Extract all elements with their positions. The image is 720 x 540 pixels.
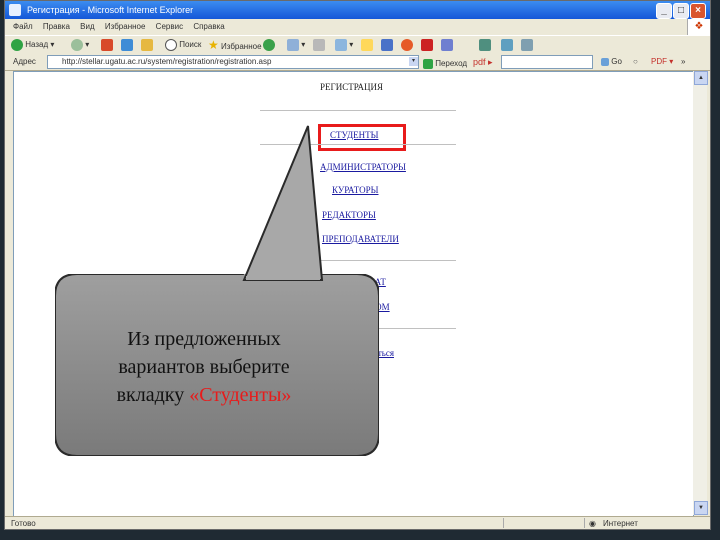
messenger-icon (381, 38, 393, 51)
callout-pointer (242, 125, 324, 281)
users-button[interactable] (479, 38, 491, 52)
menu-tools[interactable]: Сервис (156, 22, 183, 31)
link-administrators[interactable]: АДМИНИСТРАТОРЫ (320, 162, 406, 172)
window-title: Регистрация - Microsoft Internet Explore… (27, 5, 194, 15)
favorites-button[interactable]: ★ Избранное (208, 38, 262, 52)
callout-line-1: Из предложенных (127, 328, 281, 350)
toolbar: Назад ▾ ▾ Поиск ★ Избранное ▾ ▾ (5, 35, 710, 55)
minimize-button[interactable]: _ (656, 3, 672, 19)
history-icon (263, 38, 275, 51)
address-label: Адрес (13, 57, 36, 66)
edit-button[interactable]: ▾ (335, 38, 353, 52)
stop-button[interactable] (101, 38, 113, 52)
tool-button[interactable] (421, 38, 433, 52)
callout-text: Из предложенных вариантов выберите вклад… (80, 325, 328, 409)
star-icon: ★ (208, 38, 219, 52)
folder-icon (361, 38, 373, 51)
pdf-button[interactable]: PDF ▾ (651, 54, 673, 70)
divider (260, 110, 456, 111)
scroll-up-icon[interactable]: ▲ (694, 71, 708, 85)
tools3-button[interactable] (521, 38, 533, 52)
link-students[interactable]: СТУДЕНТЫ (330, 130, 378, 140)
close-button[interactable]: × (690, 3, 706, 19)
menu-view[interactable]: Вид (80, 22, 94, 31)
options-icon[interactable]: ○ (633, 54, 638, 70)
edit-icon (335, 38, 347, 51)
go-arrow-icon (423, 58, 433, 69)
go-button[interactable]: Переход (423, 56, 467, 72)
address-dropdown-icon[interactable]: ▾ (409, 57, 418, 66)
search-field[interactable] (501, 55, 593, 69)
history-button[interactable] (263, 38, 275, 52)
maximize-button[interactable]: □ (673, 3, 689, 19)
back-arrow-icon (11, 38, 23, 51)
stop-icon (101, 38, 113, 51)
title-bar[interactable]: Регистрация - Microsoft Internet Explore… (5, 1, 710, 19)
forward-arrow-icon (71, 38, 83, 51)
link-editors[interactable]: РЕДАКТОРЫ (322, 210, 376, 220)
print-button[interactable] (313, 38, 325, 52)
extra-button[interactable] (441, 38, 453, 52)
messenger-button[interactable] (381, 38, 393, 52)
page-heading: РЕГИСТРАЦИЯ (320, 82, 384, 92)
search-button[interactable]: Поиск (165, 38, 201, 52)
windows-logo-icon: ❖ (687, 19, 710, 35)
callout-highlight: «Студенты» (189, 384, 292, 406)
menu-file[interactable]: Файл (13, 22, 33, 31)
link-teachers[interactable]: ПРЕПОДАВАТЕЛИ (322, 234, 399, 244)
address-input[interactable]: http://stellar.ugatu.ac.ru/system/regist… (47, 55, 419, 69)
home-button[interactable] (141, 38, 153, 52)
mail-icon (287, 38, 299, 51)
extra-icon (441, 38, 453, 51)
menu-help[interactable]: Справка (193, 22, 224, 31)
status-zone: Интернет (603, 519, 638, 528)
address-bar: Адрес http://stellar.ugatu.ac.ru/system/… (5, 54, 710, 71)
tool-icon (421, 38, 433, 51)
menu-bar: Файл Правка Вид Избранное Сервис Справка (5, 19, 710, 35)
pdf-icon[interactable]: pdf ▸ (473, 54, 493, 70)
callout-line-3-prefix: вкладку (116, 384, 190, 406)
go2-button[interactable]: Go (601, 54, 622, 70)
search-icon (165, 38, 177, 51)
print-icon (313, 38, 325, 51)
research-button[interactable] (401, 38, 413, 52)
callout-line-2: вариантов выберите (118, 356, 290, 378)
link-curators[interactable]: КУРАТОРЫ (332, 185, 379, 195)
status-panes (503, 518, 585, 528)
users-icon (479, 38, 491, 51)
menu-favorites[interactable]: Избранное (105, 22, 146, 31)
people-icon (521, 38, 533, 51)
status-bar: Готово ◉ Интернет (5, 516, 710, 529)
research-icon (401, 38, 413, 51)
ie-icon (9, 4, 21, 16)
mail-button[interactable]: ▾ (287, 38, 305, 52)
more-icon[interactable]: » (681, 54, 685, 70)
home-icon (141, 38, 153, 51)
refresh-icon (121, 38, 133, 51)
back-button[interactable]: Назад ▾ (11, 38, 54, 52)
refresh-button[interactable] (121, 38, 133, 52)
zone-globe-icon: ◉ (589, 519, 596, 528)
callout-pointer-shape (242, 125, 324, 281)
vertical-scrollbar[interactable]: ▲ ▼ (693, 71, 708, 515)
network-icon (501, 38, 513, 51)
forward-button[interactable]: ▾ (71, 38, 89, 52)
go2-icon (601, 57, 609, 66)
discuss-button[interactable] (361, 38, 373, 52)
scroll-down-icon[interactable]: ▼ (694, 501, 708, 515)
menu-edit[interactable]: Правка (43, 22, 70, 31)
tools2-button[interactable] (501, 38, 513, 52)
status-text: Готово (11, 519, 36, 528)
callout-line-3: вкладку «Студенты» (80, 381, 328, 409)
